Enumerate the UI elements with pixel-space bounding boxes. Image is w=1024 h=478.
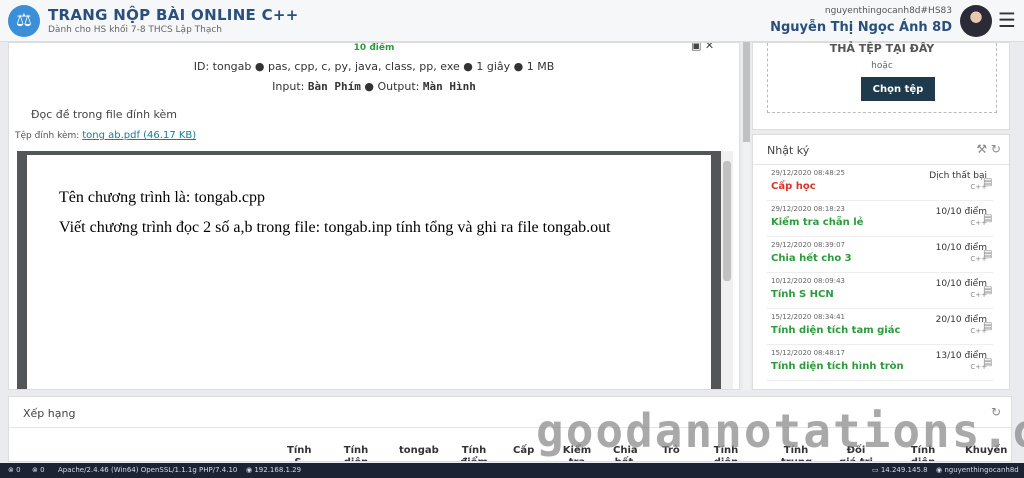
header: ⚖ TRANG NỘP BÀI ONLINE C++ Dành cho HS k… (0, 0, 1024, 42)
attachment: Tệp đính kèm: tong ab.pdf (46.17 KB) (15, 130, 196, 141)
log-title: Nhật ký (767, 144, 810, 157)
warning-count[interactable]: ⊗ 0 (32, 463, 45, 478)
log-score: 10/10 điểm (935, 279, 987, 289)
log-entry[interactable]: 29/12/2020 08:18:23 Kiểm tra chẵn lẻ 10/10… (767, 201, 993, 237)
problem-io: Input: Bàn Phím ● Output: Màn Hình (9, 80, 739, 93)
log-time: 29/12/2020 08:39:07 (771, 241, 846, 249)
log-time: 15/12/2020 08:48:17 (771, 349, 846, 357)
server-info: Apache/2.4.46 (Win64) OpenSSL/1.1.1g PHP… (58, 466, 238, 474)
or-label: hoặc (871, 61, 893, 71)
pdf-text-line: Viết chương trình đọc 2 số a,b trong fil… (59, 219, 611, 236)
ranking-column-header[interactable]: Tính diện tích tam (335, 445, 377, 461)
attachment-link[interactable]: tong ab.pdf (46.17 KB) (82, 130, 196, 141)
status-user: ◉ nguyenthingocanh8d (936, 466, 1019, 474)
ranking-column-header[interactable]: tongab (399, 445, 439, 457)
log-time: 29/12/2020 08:18:23 (771, 205, 846, 213)
log-problem-name[interactable]: Chia hết cho 3 (771, 253, 852, 264)
log-entry[interactable]: 10/12/2020 08:09:43 Tính S HCN 10/10 điểm C… (767, 273, 993, 309)
ranking-column-header[interactable]: Tính S (287, 445, 312, 461)
site-subtitle: Dành cho HS khối 7-8 THCS Lập Thạch (48, 25, 223, 35)
log-panel: Nhật ký ⚒ ↻ 29/12/2020 08:48:25 Cấp học Dị… (752, 134, 1010, 390)
hamburger-menu-icon[interactable]: ☰ (998, 8, 1016, 32)
log-header: Nhật ký ⚒ ↻ (753, 135, 1009, 165)
log-score: 10/10 điểm (935, 207, 987, 217)
user-fullname[interactable]: Nguyễn Thị Ngọc Ánh 8D (770, 20, 952, 35)
drop-zone[interactable]: THẢ TỆP TẠI ĐÂY hoặc Chọn tệp (767, 42, 997, 113)
log-detail-icon[interactable]: ▤ (983, 285, 992, 296)
pdf-viewer[interactable]: Tên chương trình là: tongab.cpp Viết chư… (17, 151, 733, 389)
page-scrollbar[interactable] (743, 42, 750, 390)
log-detail-icon[interactable]: ▤ (983, 177, 992, 188)
avatar[interactable] (960, 5, 992, 37)
output-label: ● Output: (364, 80, 420, 93)
log-time: 10/12/2020 08:09:43 (771, 277, 846, 285)
drop-label: THẢ TỆP TẠI ĐÂY (829, 42, 935, 55)
problem-limits: ID: tongab ● pas, cpp, c, py, java, clas… (193, 60, 555, 73)
upload-panel: THẢ TỆP TẠI ĐÂY hoặc Chọn tệp (752, 42, 1010, 130)
log-problem-name[interactable]: Kiểm tra chẵn lẻ (771, 217, 863, 228)
output-value: Màn Hình (422, 80, 476, 93)
log-problem-name[interactable]: Cấp học (771, 181, 816, 192)
pdf-page: Tên chương trình là: tongab.cpp Viết chư… (27, 155, 711, 389)
log-problem-name[interactable]: Tính S HCN (771, 289, 834, 300)
problem-points: 10 điểm (353, 43, 395, 53)
log-entry[interactable]: 15/12/2020 08:34:41 Tính diện tích tam gi… (767, 309, 993, 345)
pdf-scroll-thumb[interactable] (723, 161, 731, 281)
input-value: Bàn Phím (307, 80, 361, 93)
log-score: 13/10 điểm (935, 351, 987, 361)
choose-file-button[interactable]: Chọn tệp (861, 77, 935, 101)
log-time: 29/12/2020 08:48:25 (771, 169, 846, 177)
log-entry[interactable]: 15/12/2020 08:48:17 Tính diện tích hình t… (767, 345, 993, 381)
problem-description: Đọc đề trong file đính kèm (31, 108, 178, 121)
log-score: 20/10 điểm (935, 315, 987, 325)
log-detail-icon[interactable]: ▤ (983, 213, 992, 224)
ranking-title: Xếp hạng (23, 407, 76, 420)
status-bar: ⊗ 0 ⊗ 0 Apache/2.4.46 (Win64) OpenSSL/1.… (0, 463, 1024, 478)
ranking-column-header[interactable]: Tính điểm TB (459, 445, 489, 461)
pdf-text-line: Tên chương trình là: tongab.cpp (59, 189, 265, 206)
site-title[interactable]: TRANG NỘP BÀI ONLINE C++ (48, 6, 299, 24)
log-entry[interactable]: 29/12/2020 08:39:07 Chia hết cho 3 10/10 đ… (767, 237, 993, 273)
local-ip: ◉ 192.168.1.29 (246, 466, 302, 474)
log-time: 15/12/2020 08:34:41 (771, 313, 846, 321)
scales-logo-icon: ⚖ (8, 5, 40, 37)
input-label: Input: (272, 80, 305, 93)
log-detail-icon[interactable]: ▤ (983, 357, 992, 368)
log-entry[interactable]: 29/12/2020 08:48:25 Cấp học Dịch thất bại C… (767, 165, 993, 201)
log-score: Dịch thất bại (929, 171, 987, 181)
error-count[interactable]: ⊗ 0 (8, 463, 21, 478)
log-detail-icon[interactable]: ▤ (983, 249, 992, 260)
watermark: goodannotations.c (536, 404, 1024, 458)
username-label: nguyenthingocanh8d#HS83 (824, 6, 952, 16)
pdf-scrollbar[interactable] (721, 151, 733, 389)
log-score: 10/10 điểm (935, 243, 987, 253)
log-detail-icon[interactable]: ▤ (983, 321, 992, 332)
page-scroll-thumb[interactable] (743, 42, 750, 142)
log-problem-name[interactable]: Tính diện tích tam giác (771, 325, 900, 336)
ranking-column-header[interactable]: Cấp (513, 445, 534, 457)
remote-ip: ▭ 14.249.145.8 (872, 466, 928, 474)
log-problem-name[interactable]: Tính diện tích hình tròn (771, 361, 904, 372)
log-action-icons[interactable]: ⚒ ↻ (976, 142, 1001, 156)
attachment-label: Tệp đính kèm: (15, 131, 80, 141)
problem-panel: ▣ ✕ 10 điểm ID: tongab ● pas, cpp, c, py… (8, 42, 740, 390)
